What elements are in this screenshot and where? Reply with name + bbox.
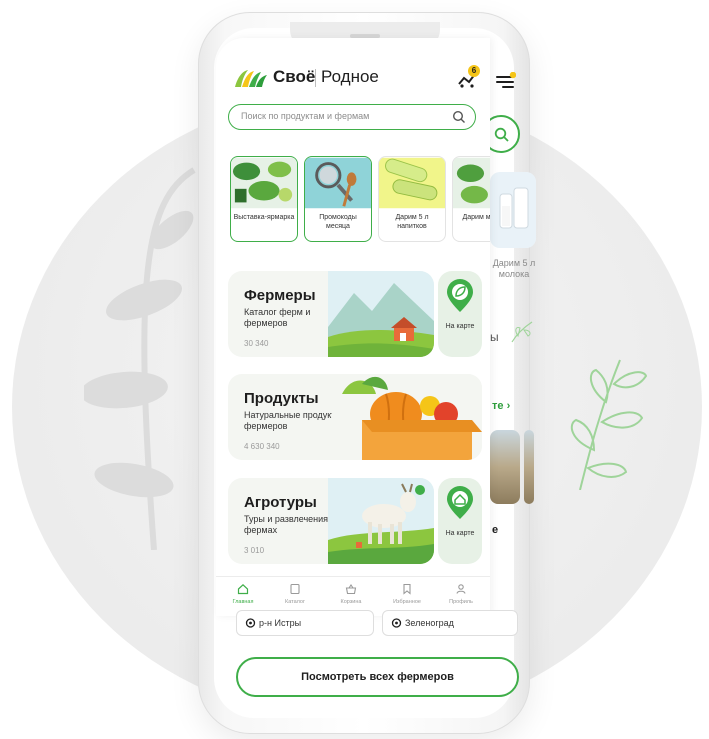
category-label: Дарим 5 л напитков — [395, 214, 429, 230]
milk-promo-label: Дарим 5 л молока — [492, 258, 536, 279]
card-title: Фермеры — [244, 287, 316, 304]
view-all-farmers-button[interactable]: Посмотреть всех фермеров — [236, 657, 519, 697]
farmers-card[interactable]: Фермеры Каталог ферм и фермеров 30 340 — [228, 271, 434, 357]
cart-count-badge: 6 — [468, 65, 480, 77]
category-label: Промокоды месяца — [319, 214, 357, 230]
location-pin-icon — [245, 618, 256, 628]
tab-profile[interactable]: Профиль — [434, 583, 488, 605]
category-fair[interactable]: Выставка-ярмарка — [230, 156, 298, 242]
tab-label: Избранное — [393, 599, 421, 605]
see-all-link[interactable]: те › — [492, 400, 510, 412]
header: Своё Родное 6 — [230, 64, 490, 94]
card-title: Агротуры — [244, 494, 317, 511]
location-pin-icon — [391, 618, 402, 628]
bookmark-icon — [403, 583, 411, 595]
search-input[interactable]: Поиск по продуктам и фермам — [228, 104, 476, 130]
products-card[interactable]: Продукты Натуральные продукты от фермеро… — [228, 374, 482, 460]
produce-box-image — [332, 374, 482, 460]
catalog-icon — [290, 583, 300, 595]
logo-separator — [315, 69, 316, 87]
see-all-link-label: те — [492, 400, 504, 412]
basket-icon — [345, 584, 357, 595]
card-subtitle: Каталог ферм и фермеров — [244, 307, 311, 329]
category-drinks[interactable]: Дарим 5 л напитков — [378, 156, 446, 242]
tab-label: Профиль — [449, 599, 473, 605]
category-label: Дарим молока — [462, 214, 490, 221]
decorative-leaves-right — [570, 359, 648, 490]
search-placeholder: Поиск по продуктам и фермам — [241, 111, 370, 121]
tab-home[interactable]: Главная — [216, 583, 270, 605]
location-chip-istra[interactable]: р-н Истры — [236, 610, 374, 636]
logo-text-bold: Своё — [273, 67, 316, 86]
agrotours-map-button[interactable]: На карте — [438, 478, 482, 564]
logo-mark-icon — [235, 70, 267, 87]
category-milk[interactable]: Дарим молока — [452, 156, 490, 242]
location-chip-zelenograd[interactable]: Зеленоград — [382, 610, 518, 636]
agrotours-card[interactable]: Агротуры Туры и развлечения на фермах 3 … — [228, 478, 434, 564]
card-count: 4 630 340 — [244, 442, 280, 451]
card-count: 3 010 — [244, 546, 265, 555]
tab-label: Главная — [232, 599, 254, 605]
farmers-map-button[interactable]: На карте — [438, 271, 482, 357]
milk-promo-tile[interactable] — [490, 172, 536, 248]
promocodes-image — [305, 157, 371, 209]
tab-favorites[interactable]: Избранное — [380, 583, 434, 605]
logo-text-light: Родное — [321, 67, 379, 86]
tab-basket[interactable]: Корзина — [324, 583, 378, 605]
tour-photo-1[interactable] — [490, 430, 520, 504]
leaf-sketch-icon — [511, 321, 533, 343]
search-icon — [452, 110, 465, 123]
decorative-leaves-left — [84, 167, 196, 550]
menu-icon[interactable] — [494, 72, 516, 90]
farm-landscape-image — [328, 271, 434, 357]
map-button-label: На карте — [445, 323, 475, 330]
home-icon — [237, 583, 249, 595]
category-promocodes[interactable]: Промокоды месяца — [304, 156, 372, 242]
category-label: Выставка-ярмарка — [233, 214, 295, 221]
goat-image — [328, 478, 434, 564]
tour-photo-2[interactable] — [524, 430, 534, 504]
map-pin-home-icon — [447, 486, 473, 519]
drinks-image — [379, 157, 445, 209]
card-count: 30 340 — [244, 339, 269, 348]
location-label: р-н Истры — [259, 618, 302, 628]
location-label: Зеленоград — [405, 618, 454, 628]
app-panel: Своё Родное 6 Поиск по продуктам и ферма… — [216, 38, 490, 616]
map-button-label: На карте — [445, 530, 475, 537]
tab-label: Каталог — [285, 599, 305, 605]
tab-catalog[interactable]: Каталог — [268, 583, 322, 605]
category-carousel: Выставка-ярмарка Промокоды месяца Дарим … — [230, 156, 490, 246]
milk-greens-image — [453, 157, 490, 209]
section-title-fragment: ы — [490, 330, 499, 344]
profile-icon — [456, 584, 466, 594]
map-pin-leaf-icon — [447, 279, 473, 312]
fair-vegetables-image — [231, 157, 297, 209]
card-title: Продукты — [244, 390, 319, 407]
tab-label: Корзина — [340, 599, 362, 605]
tour-title-fragment: е — [492, 524, 499, 536]
